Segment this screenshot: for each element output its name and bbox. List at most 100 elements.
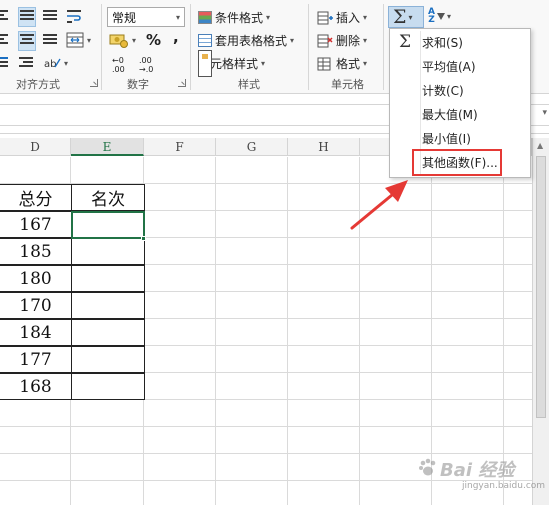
rank-cell[interactable] [71, 373, 145, 400]
rank-cell[interactable] [71, 238, 145, 265]
menu-item-sum[interactable]: Σ 求和(S) [390, 31, 530, 53]
score-cell[interactable]: 180 [0, 265, 72, 292]
chevron-down-icon: ▾ [446, 11, 451, 21]
watermark-sub-text: jingyan.baidu.com [462, 481, 546, 491]
insert-label: 插入 [336, 11, 361, 25]
chevron-down-icon: ▾ [363, 13, 368, 22]
fill-handle[interactable] [141, 236, 146, 241]
group-separator [383, 4, 384, 90]
cell-styles-button[interactable]: 单元格样式 ▾ [198, 50, 266, 77]
delete-cells-button[interactable]: 删除 ▾ [317, 32, 367, 49]
delete-label: 删除 [336, 34, 361, 48]
column-header-d[interactable]: D [0, 138, 71, 156]
score-cell[interactable]: 168 [0, 373, 72, 400]
number-format-value: 常规 [112, 10, 137, 25]
wrap-text-icon[interactable] [66, 8, 82, 24]
decrease-decimal-button[interactable]: .00 →.0 [139, 56, 153, 74]
number-format-select[interactable]: 常规 ▾ [107, 7, 185, 27]
align-right-icon[interactable] [43, 34, 59, 48]
rank-cell[interactable] [71, 292, 145, 319]
score-cell[interactable]: 167 [0, 211, 72, 238]
sort-filter-button[interactable]: A Z ▾ [428, 8, 451, 25]
annotation-arrow-icon [350, 180, 408, 230]
column-header-h[interactable]: H [288, 138, 360, 156]
align-middle-icon[interactable] [18, 7, 36, 27]
score-cell[interactable]: 170 [0, 292, 72, 319]
menu-item-label: 平均值(A) [422, 59, 476, 74]
decrease-decimal-top: .00 [139, 56, 152, 65]
chevron-down-icon: ▾ [175, 12, 180, 22]
conditional-format-icon [198, 11, 212, 24]
decrease-indent-icon[interactable] [0, 57, 12, 71]
vertical-scrollbar[interactable]: ▲ [532, 138, 549, 505]
chevron-down-icon: ▾ [64, 58, 69, 68]
menu-item-count[interactable]: 计数(C) [390, 79, 530, 101]
align-center-icon[interactable] [18, 31, 36, 51]
table-icon [198, 34, 212, 47]
chevron-down-icon: ▾ [261, 59, 266, 68]
menu-item-label: 最小值(I) [422, 131, 471, 146]
align-top-left-icon[interactable] [0, 10, 12, 24]
merge-center-icon [66, 32, 84, 48]
sort-az-icon: A Z [428, 8, 435, 25]
number-group-label: 数字 [127, 78, 149, 91]
format-cells-icon [317, 57, 331, 70]
filter-icon [436, 12, 445, 20]
rank-cell[interactable] [71, 265, 145, 292]
comma-style-button[interactable]: , [173, 28, 179, 46]
percent-style-button[interactable]: % [146, 31, 161, 49]
increase-decimal-top: ←0 [112, 56, 124, 65]
sigma-icon: Σ [393, 6, 407, 28]
align-right-top-icon[interactable] [43, 10, 59, 24]
insert-cells-icon [317, 11, 333, 24]
autosum-button[interactable]: Σ ▾ [388, 6, 424, 28]
conditional-format-button[interactable]: 条件格式 ▾ [198, 9, 270, 26]
scrollbar-thumb[interactable] [536, 156, 546, 418]
column-header-e[interactable]: E [71, 138, 144, 156]
chevron-down-icon: ▾ [87, 35, 92, 45]
svg-text:ab: ab [44, 59, 56, 70]
scroll-up-icon[interactable]: ▲ [537, 141, 543, 150]
menu-item-label: 计数(C) [422, 83, 464, 98]
header-cell-total[interactable]: 总分 [0, 184, 72, 211]
number-dialog-launcher-icon[interactable] [178, 79, 186, 87]
column-header-g[interactable]: G [216, 138, 288, 156]
group-separator [190, 4, 191, 90]
chevron-down-icon[interactable]: ▾ [542, 108, 547, 118]
decrease-decimal-bottom: →.0 [139, 65, 154, 74]
orientation-button[interactable]: ab ▾ [43, 56, 69, 71]
merge-center-button[interactable]: ▾ [66, 32, 91, 48]
format-label: 格式 [336, 57, 361, 71]
rank-cell[interactable] [71, 346, 145, 373]
menu-item-max[interactable]: 最大值(M) [390, 103, 530, 125]
menu-item-average[interactable]: 平均值(A) [390, 55, 530, 77]
text-orientation-icon: ab [44, 58, 61, 70]
column-header-f[interactable]: F [144, 138, 216, 156]
paw-icon [419, 458, 436, 476]
conditional-format-label: 条件格式 [215, 11, 264, 25]
increase-decimal-button[interactable]: ←0 .00 [112, 56, 125, 74]
menu-item-min[interactable]: 最小值(I) [390, 127, 530, 149]
group-separator [308, 4, 309, 90]
chevron-down-icon: ▾ [266, 13, 271, 22]
score-cell[interactable]: 177 [0, 346, 72, 373]
sigma-icon: Σ [398, 32, 412, 52]
rank-cell[interactable] [71, 319, 145, 346]
format-as-table-button[interactable]: 套用表格格式 ▾ [198, 32, 294, 49]
chevron-down-icon: ▾ [363, 36, 368, 45]
chevron-down-icon: ▾ [290, 36, 295, 45]
format-cells-button[interactable]: 格式 ▾ [317, 55, 367, 72]
chevron-down-icon: ▾ [363, 59, 368, 68]
currency-format-button[interactable]: ▾ [109, 32, 136, 48]
styles-group-label: 样式 [238, 78, 260, 91]
align-left-icon[interactable] [0, 34, 12, 48]
header-cell-rank[interactable]: 名次 [71, 184, 145, 211]
score-cell[interactable]: 184 [0, 319, 72, 346]
alignment-dialog-launcher-icon[interactable] [90, 79, 98, 87]
insert-cells-button[interactable]: 插入 ▾ [317, 9, 367, 26]
sort-az-bottom: Z [428, 15, 435, 25]
menu-item-label: 求和(S) [422, 35, 463, 50]
active-cell-selection[interactable] [71, 211, 145, 239]
increase-indent-icon[interactable] [19, 57, 35, 71]
score-cell[interactable]: 185 [0, 238, 72, 265]
